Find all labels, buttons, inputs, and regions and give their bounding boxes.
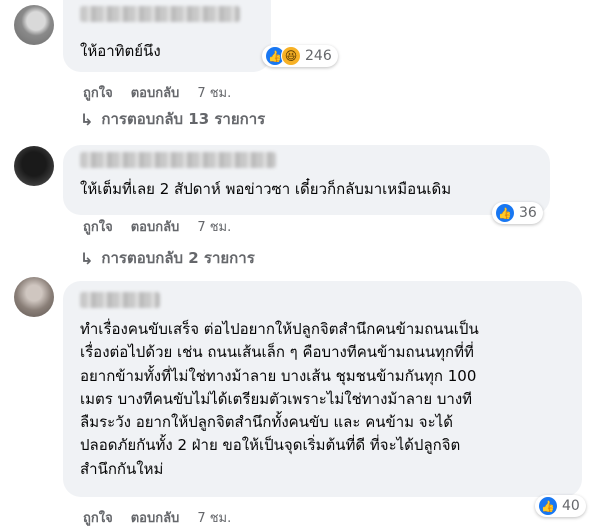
like-link[interactable]: ถูกใจ <box>83 82 113 103</box>
comment-timestamp[interactable]: 7 ชม. <box>197 82 231 103</box>
comment-timestamp[interactable]: 7 ชม. <box>197 216 231 237</box>
commenter-name-blurred[interactable] <box>80 6 240 22</box>
reaction-count: 36 <box>519 205 537 221</box>
commenter-name-blurred[interactable] <box>80 292 160 308</box>
reaction-count: 246 <box>305 48 332 64</box>
commenter-name-blurred[interactable] <box>80 152 276 168</box>
commenter-avatar[interactable] <box>14 277 54 317</box>
reaction-summary[interactable]: 👍 😆 246 <box>262 45 338 67</box>
comment-text: ให้อาทิตย์นึง <box>80 42 161 60</box>
view-replies-link[interactable]: ↳ การตอบกลับ 13 รายการ <box>80 107 265 131</box>
reply-arrow-icon: ↳ <box>80 248 94 268</box>
like-icon: 👍 <box>495 203 515 223</box>
comment-text: ให้เต็มที่เลย 2 สัปดาห์ พอข่าวซา เดี๋ยวก… <box>80 180 452 198</box>
reaction-summary[interactable]: 👍 40 <box>535 495 586 517</box>
like-link[interactable]: ถูกใจ <box>83 507 113 528</box>
like-icon: 👍 <box>538 496 558 516</box>
comment-actions: ถูกใจ ตอบกลับ 7 ชม. <box>83 507 231 528</box>
comment-text: ทำเรื่องคนขับเสร็จ ต่อไปอยากให้ปลูกจิตสำ… <box>80 320 479 478</box>
comment-actions: ถูกใจ ตอบกลับ 7 ชม. <box>83 216 231 237</box>
reply-link[interactable]: ตอบกลับ <box>131 216 180 237</box>
like-link[interactable]: ถูกใจ <box>83 216 113 237</box>
replies-label: การตอบกลับ 2 รายการ <box>101 249 255 267</box>
reaction-summary[interactable]: 👍 36 <box>492 202 543 224</box>
reply-arrow-icon: ↳ <box>80 109 94 129</box>
commenter-avatar[interactable] <box>14 5 54 45</box>
view-replies-link[interactable]: ↳ การตอบกลับ 2 รายการ <box>80 246 255 270</box>
comment-timestamp[interactable]: 7 ชม. <box>197 507 231 528</box>
replies-label: การตอบกลับ 13 รายการ <box>101 110 266 128</box>
reaction-count: 40 <box>562 498 580 514</box>
commenter-avatar[interactable] <box>14 146 54 186</box>
haha-icon: 😆 <box>281 46 301 66</box>
reply-link[interactable]: ตอบกลับ <box>131 82 180 103</box>
comment-actions: ถูกใจ ตอบกลับ 7 ชม. <box>83 82 231 103</box>
reply-link[interactable]: ตอบกลับ <box>131 507 180 528</box>
